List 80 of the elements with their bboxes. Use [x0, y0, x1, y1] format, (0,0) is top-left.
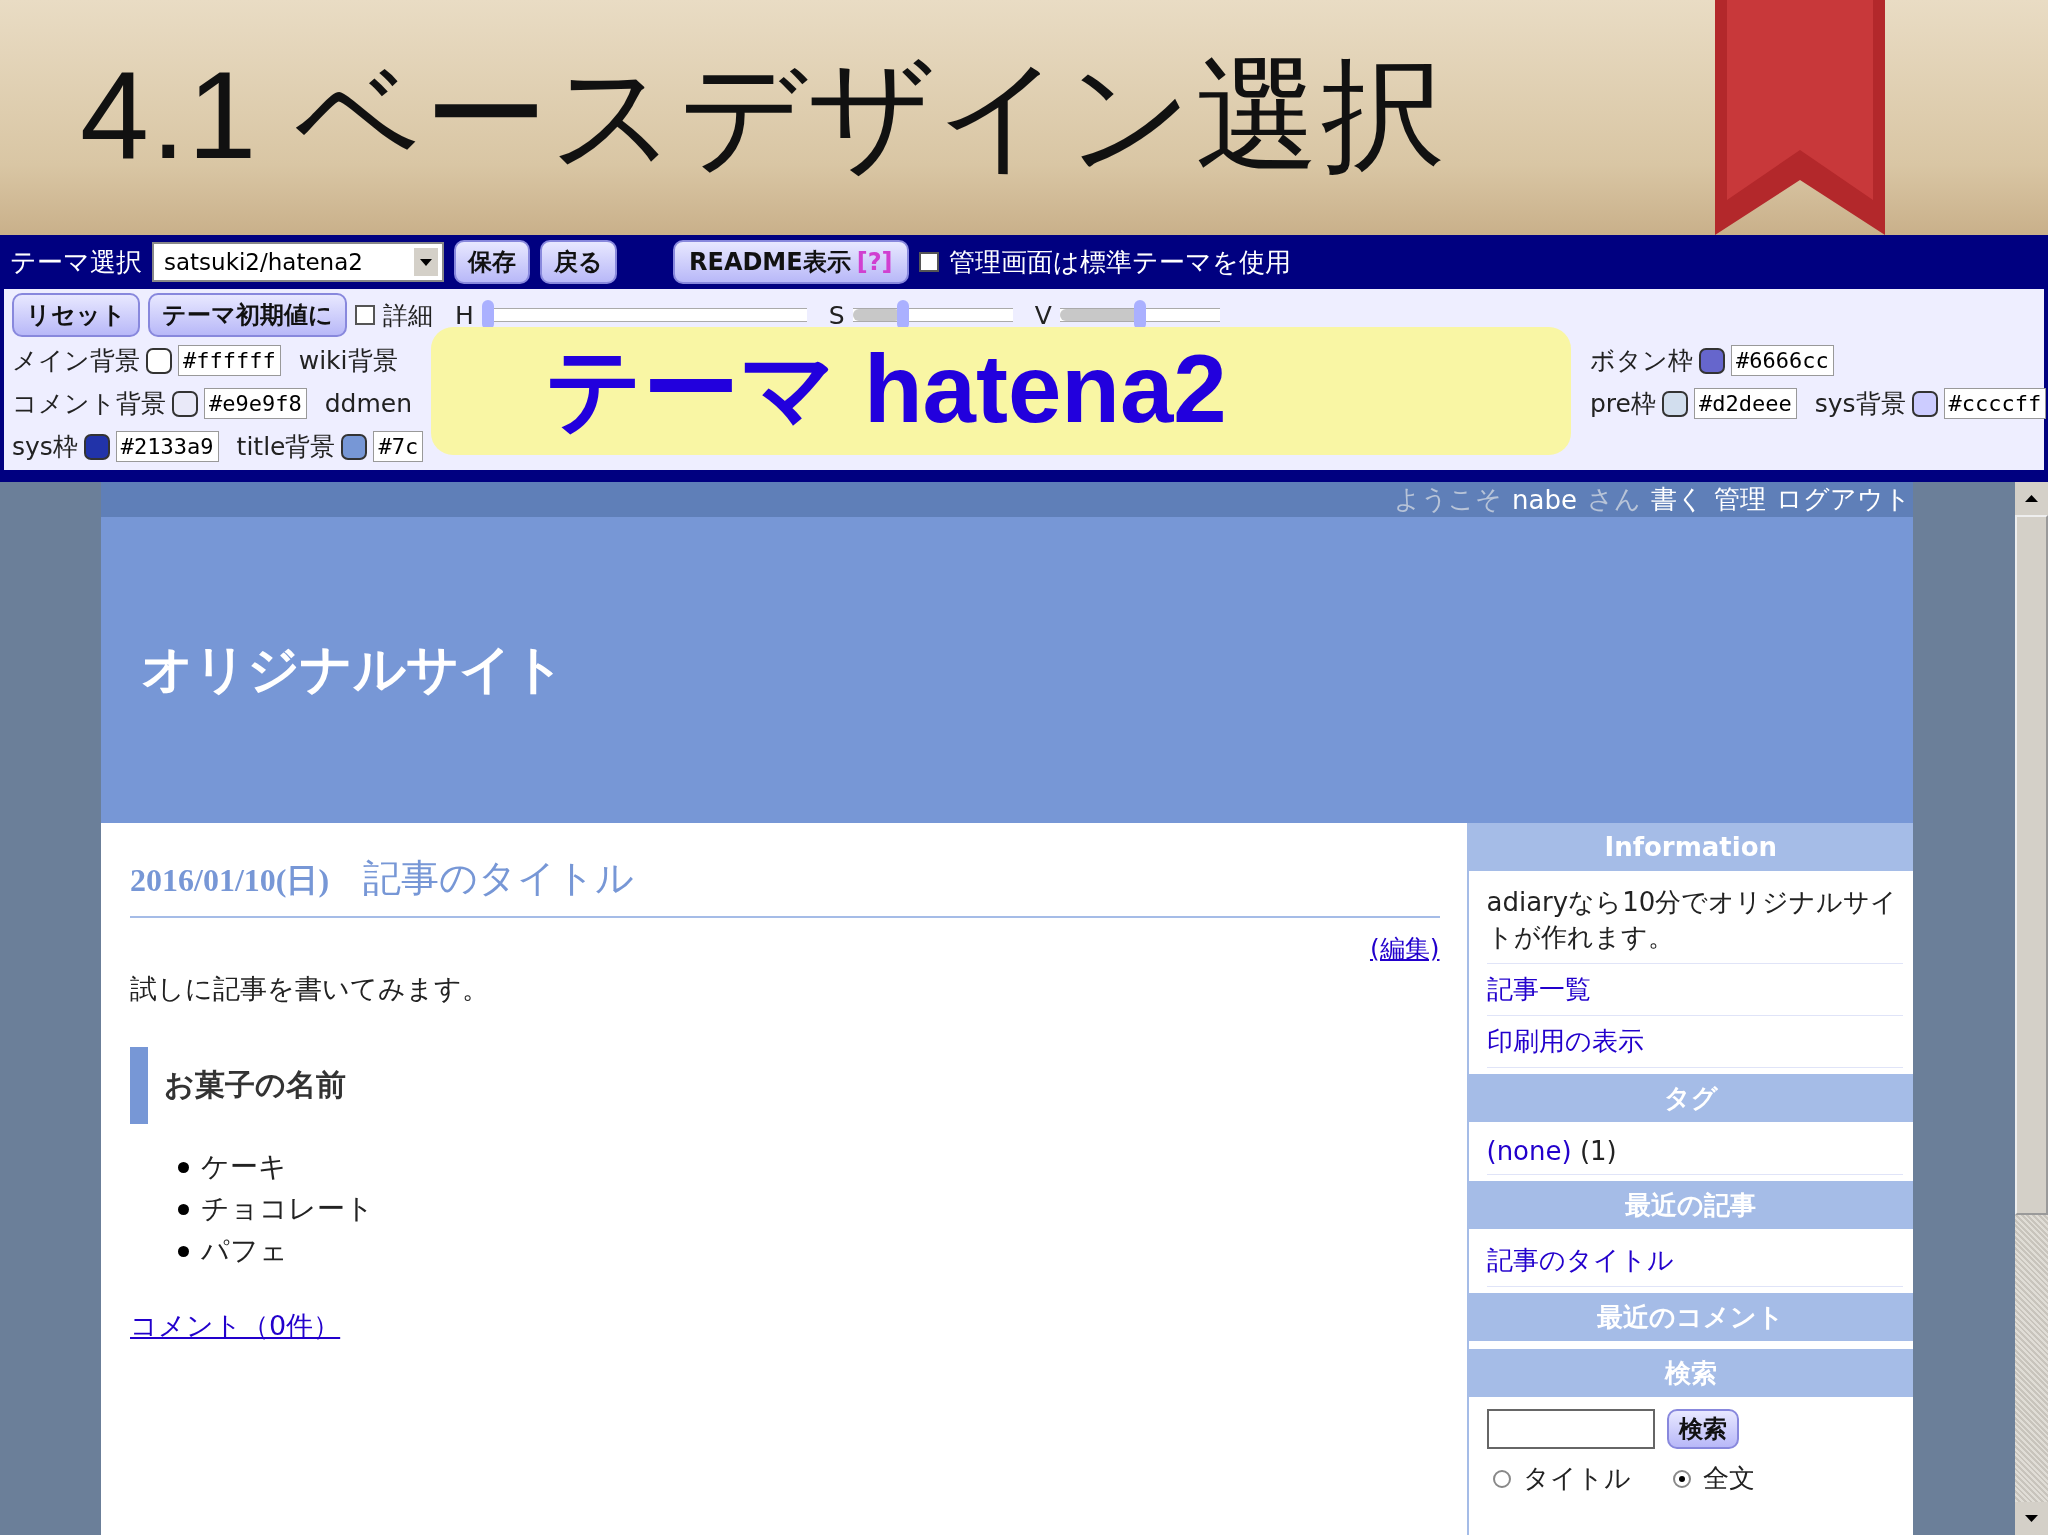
theme-select[interactable]: satsuki2/hatena2 [152, 242, 444, 282]
sidebar-link[interactable]: 記事一覧 [1486, 964, 1903, 1016]
sidebar-link[interactable]: 記事のタイトル [1486, 1235, 1903, 1287]
color-swatch[interactable] [172, 390, 198, 417]
color-field[interactable]: #2133a9 [115, 431, 219, 462]
theme-callout: テーマ hatena2 [431, 327, 1571, 455]
radio-label: タイトル [1522, 1462, 1631, 1495]
toolbar-button[interactable]: リセット [12, 293, 140, 337]
scroll-up-icon[interactable] [2015, 482, 2048, 515]
sidebar-heading: 最近のコメント [1468, 1293, 1913, 1341]
sidebar-heading: 検索 [1468, 1349, 1913, 1397]
toolbar-button[interactable]: テーマ初期値に [148, 293, 347, 337]
scrollbar[interactable] [2015, 482, 2048, 1535]
user-link[interactable]: ログアウト [1776, 482, 1911, 517]
bullet-icon [178, 1203, 189, 1215]
color-label: ボタン枠 [1590, 345, 1693, 377]
slider-label: S [828, 300, 845, 330]
user-link[interactable]: 管理 [1714, 482, 1766, 517]
slider-label: H [455, 300, 474, 330]
comment-link[interactable]: コメント（0件） [130, 1308, 341, 1344]
section-heading: お菓子の名前 [130, 1047, 1440, 1124]
color-label: メイン背景 [12, 345, 140, 377]
checkbox-label: 詳細 [383, 299, 433, 332]
radio-button[interactable] [1672, 1469, 1691, 1488]
bookmark-ribbon-icon [1715, 0, 1885, 235]
color-swatch[interactable] [146, 347, 172, 374]
color-field[interactable]: #7c [373, 431, 424, 462]
color-label: コメント背景 [12, 388, 166, 420]
user-text: さん [1587, 483, 1641, 516]
tag-link[interactable]: (none) [1486, 1136, 1572, 1166]
tag-count: (1) [1579, 1136, 1617, 1166]
slider-thumb[interactable] [897, 300, 910, 330]
color-swatch[interactable] [341, 433, 368, 460]
sidebar-heading: Information [1468, 823, 1913, 871]
color-swatch[interactable] [1699, 347, 1725, 374]
checkbox-label: 管理画面は標準テーマを使用 [948, 245, 1291, 279]
edit-link[interactable]: (編集) [1370, 932, 1440, 965]
color-field[interactable]: #d2deee [1694, 388, 1797, 419]
color-swatch[interactable] [83, 433, 110, 460]
article-date: 2016/01/10(日) [130, 861, 330, 900]
scroll-down-icon[interactable] [2015, 1502, 2048, 1535]
list-item: パフェ [201, 1233, 288, 1269]
list-item: チョコレート [201, 1191, 374, 1227]
color-swatch[interactable] [1662, 390, 1688, 417]
color-field[interactable]: #6666cc [1731, 345, 1834, 376]
readme-button[interactable]: README表示 [?] [673, 240, 909, 284]
scroll-thumb[interactable] [2015, 515, 2048, 1215]
color-swatch[interactable] [1911, 390, 1938, 417]
toolbar-button[interactable]: 戻る [540, 240, 617, 284]
color-label: wiki背景 [298, 345, 398, 377]
radio-label: 全文 [1702, 1462, 1755, 1495]
color-field[interactable]: #e9e9f8 [204, 388, 307, 419]
search-field[interactable] [1486, 1409, 1655, 1449]
user-text: nabe [1512, 484, 1577, 515]
list-item: ケーキ [201, 1149, 287, 1185]
color-field[interactable]: #ccccff [1943, 388, 2047, 419]
theme-select-label: テーマ選択 [10, 245, 142, 279]
color-label: sys枠 [12, 431, 78, 463]
bullet-icon [178, 1245, 189, 1257]
radio-button[interactable] [1492, 1469, 1511, 1488]
color-label: pre枠 [1590, 388, 1656, 420]
color-label: sys背景 [1814, 388, 1906, 420]
color-field[interactable]: #ffffff [178, 345, 281, 376]
checkbox[interactable] [918, 252, 939, 272]
search-button[interactable]: 検索 [1666, 1409, 1739, 1449]
color-label: ddmen [324, 389, 413, 418]
slider-label: V [1034, 300, 1052, 330]
sidebar-text: adiaryなら10分でオリジナルサイトが作れます。 [1486, 877, 1903, 964]
slider-thumb[interactable] [481, 300, 494, 330]
toolbar-button[interactable]: 保存 [454, 240, 530, 284]
sidebar-heading: 最近の記事 [1468, 1181, 1913, 1229]
color-label: title背景 [236, 431, 336, 463]
article-text: 試しに記事を書いてみます。 [130, 972, 490, 1006]
user-text: ようこそ [1394, 483, 1503, 516]
sidebar-heading: タグ [1468, 1074, 1913, 1122]
sidebar-link[interactable]: 印刷用の表示 [1486, 1016, 1903, 1068]
bullet-icon [178, 1161, 189, 1173]
user-link[interactable]: 書く [1651, 482, 1704, 517]
checkbox[interactable] [355, 305, 375, 325]
slide-title: 4.1 ベースデザイン選択 [79, 45, 1447, 186]
